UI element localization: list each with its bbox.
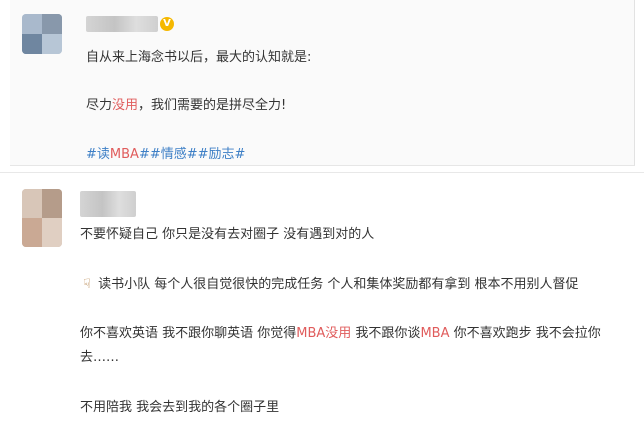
highlight-mba: MBA	[420, 326, 450, 341]
comment-text-line-3: 你不喜欢英语 我不跟你聊英语 你觉得MBA没用 我不跟你谈MBA 你不喜欢跑步 …	[80, 326, 601, 341]
comment-card: 不要怀疑自己 你只是没有去对圈子 没有遇到对的人 ☟ 读书小队 每个人很自觉很快…	[0, 172, 644, 434]
post-text-line-1: 自从来上海念书以后，最大的认知就是:	[86, 50, 312, 65]
post-hashtags: #读MBA##情感##励志#	[86, 143, 245, 162]
hashtag-mba-link[interactable]: #读MBA#	[86, 147, 150, 162]
post-username[interactable]	[86, 16, 158, 32]
hashtag-emotion-link[interactable]: #情感#	[150, 147, 198, 162]
post-card: V 自从来上海念书以后，最大的认知就是: 尽力没用，我们需要的是拼尽全力! #读…	[10, 0, 635, 166]
comment-text-line-5: 不用陪我 我会去到我的各个圈子里	[80, 400, 280, 415]
comment-text-line-1: 不要怀疑自己 你只是没有去对圈子 没有遇到对的人	[80, 227, 375, 242]
comment-text-line-2: ☟ 读书小队 每个人很自觉很快的完成任务 个人和集体奖励都有拿到 根本不用别人督…	[80, 273, 579, 292]
highlight-mba-useless: MBA没用	[296, 326, 352, 341]
comment-username[interactable]	[80, 191, 136, 217]
verified-badge-icon: V	[160, 17, 174, 31]
post-line2-highlight: 没用	[112, 98, 139, 113]
pointing-hand-icon: ☟	[83, 277, 91, 292]
comment-line2-text: 读书小队 每个人很自觉很快的完成任务 个人和集体奖励都有拿到 根本不用别人督促	[98, 277, 579, 292]
post-line2-prefix: 尽力	[86, 98, 113, 113]
post-line2-suffix: ，我们需要的是拼尽全力!	[138, 98, 287, 113]
hashtag-inspire-link[interactable]: #励志#	[198, 147, 246, 162]
comment-text-line-4: 去……	[80, 350, 120, 365]
comment-avatar[interactable]	[22, 189, 62, 247]
post-text-line-2: 尽力没用，我们需要的是拼尽全力!	[86, 94, 286, 113]
post-avatar[interactable]	[22, 14, 62, 54]
